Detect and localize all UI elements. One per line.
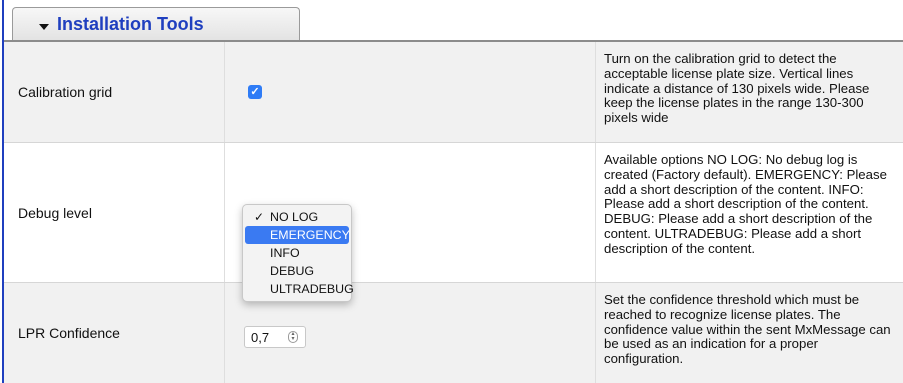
dropdown-option-ultradebug[interactable]: ULTRADEBUG: [245, 280, 354, 298]
option-label: INFO: [270, 246, 300, 260]
debug-level-row: Debug level Available options NO LOG: No…: [4, 143, 903, 283]
calibration-grid-checkbox[interactable]: ✓: [248, 85, 262, 99]
lpr-confidence-row: LPR Confidence 0,7 ▴ ▾ Set the confidence…: [4, 283, 903, 383]
dropdown-option-info[interactable]: INFO: [245, 244, 349, 262]
label-cell: Calibration grid: [4, 42, 225, 142]
option-label: DEBUG: [270, 264, 315, 278]
caret-down-icon: [39, 24, 49, 30]
debug-level-dropdown[interactable]: ✓ NO LOG EMERGENCY INFO DEBUG ULTRADEBUG: [242, 204, 354, 302]
option-label: ULTRADEBUG: [270, 282, 354, 296]
dropdown-option-emergency[interactable]: EMERGENCY: [245, 226, 350, 244]
option-label: NO LOG: [270, 210, 319, 224]
calibration-grid-description: Turn on the calibration grid to detect t…: [604, 51, 870, 126]
debug-level-label: Debug level: [18, 204, 92, 221]
installation-tools-tab[interactable]: Installation Tools: [12, 7, 300, 40]
checkmark-icon: ✓: [254, 210, 265, 224]
calibration-grid-row: Calibration grid ✓ Turn on the calibrati…: [4, 42, 903, 143]
debug-level-description: Available options NO LOG: No debug log i…: [604, 152, 887, 256]
dropdown-option-debug[interactable]: DEBUG: [245, 262, 349, 280]
lpr-confidence-value: 0,7: [251, 330, 270, 345]
control-cell: ✓: [225, 42, 596, 142]
section-title: Installation Tools: [57, 14, 204, 34]
label-cell: LPR Confidence: [4, 283, 225, 383]
option-label: EMERGENCY: [270, 228, 350, 242]
lpr-confidence-label: LPR Confidence: [18, 325, 120, 341]
stepper-icon[interactable]: ▴ ▾: [288, 331, 298, 343]
dropdown-option-no-log[interactable]: ✓ NO LOG: [245, 208, 349, 226]
calibration-grid-label: Calibration grid: [18, 84, 113, 100]
lpr-confidence-input[interactable]: 0,7 ▴ ▾: [244, 326, 306, 348]
lpr-confidence-description: Set the confidence threshold which must …: [604, 292, 891, 367]
label-cell: Debug level: [4, 143, 225, 282]
